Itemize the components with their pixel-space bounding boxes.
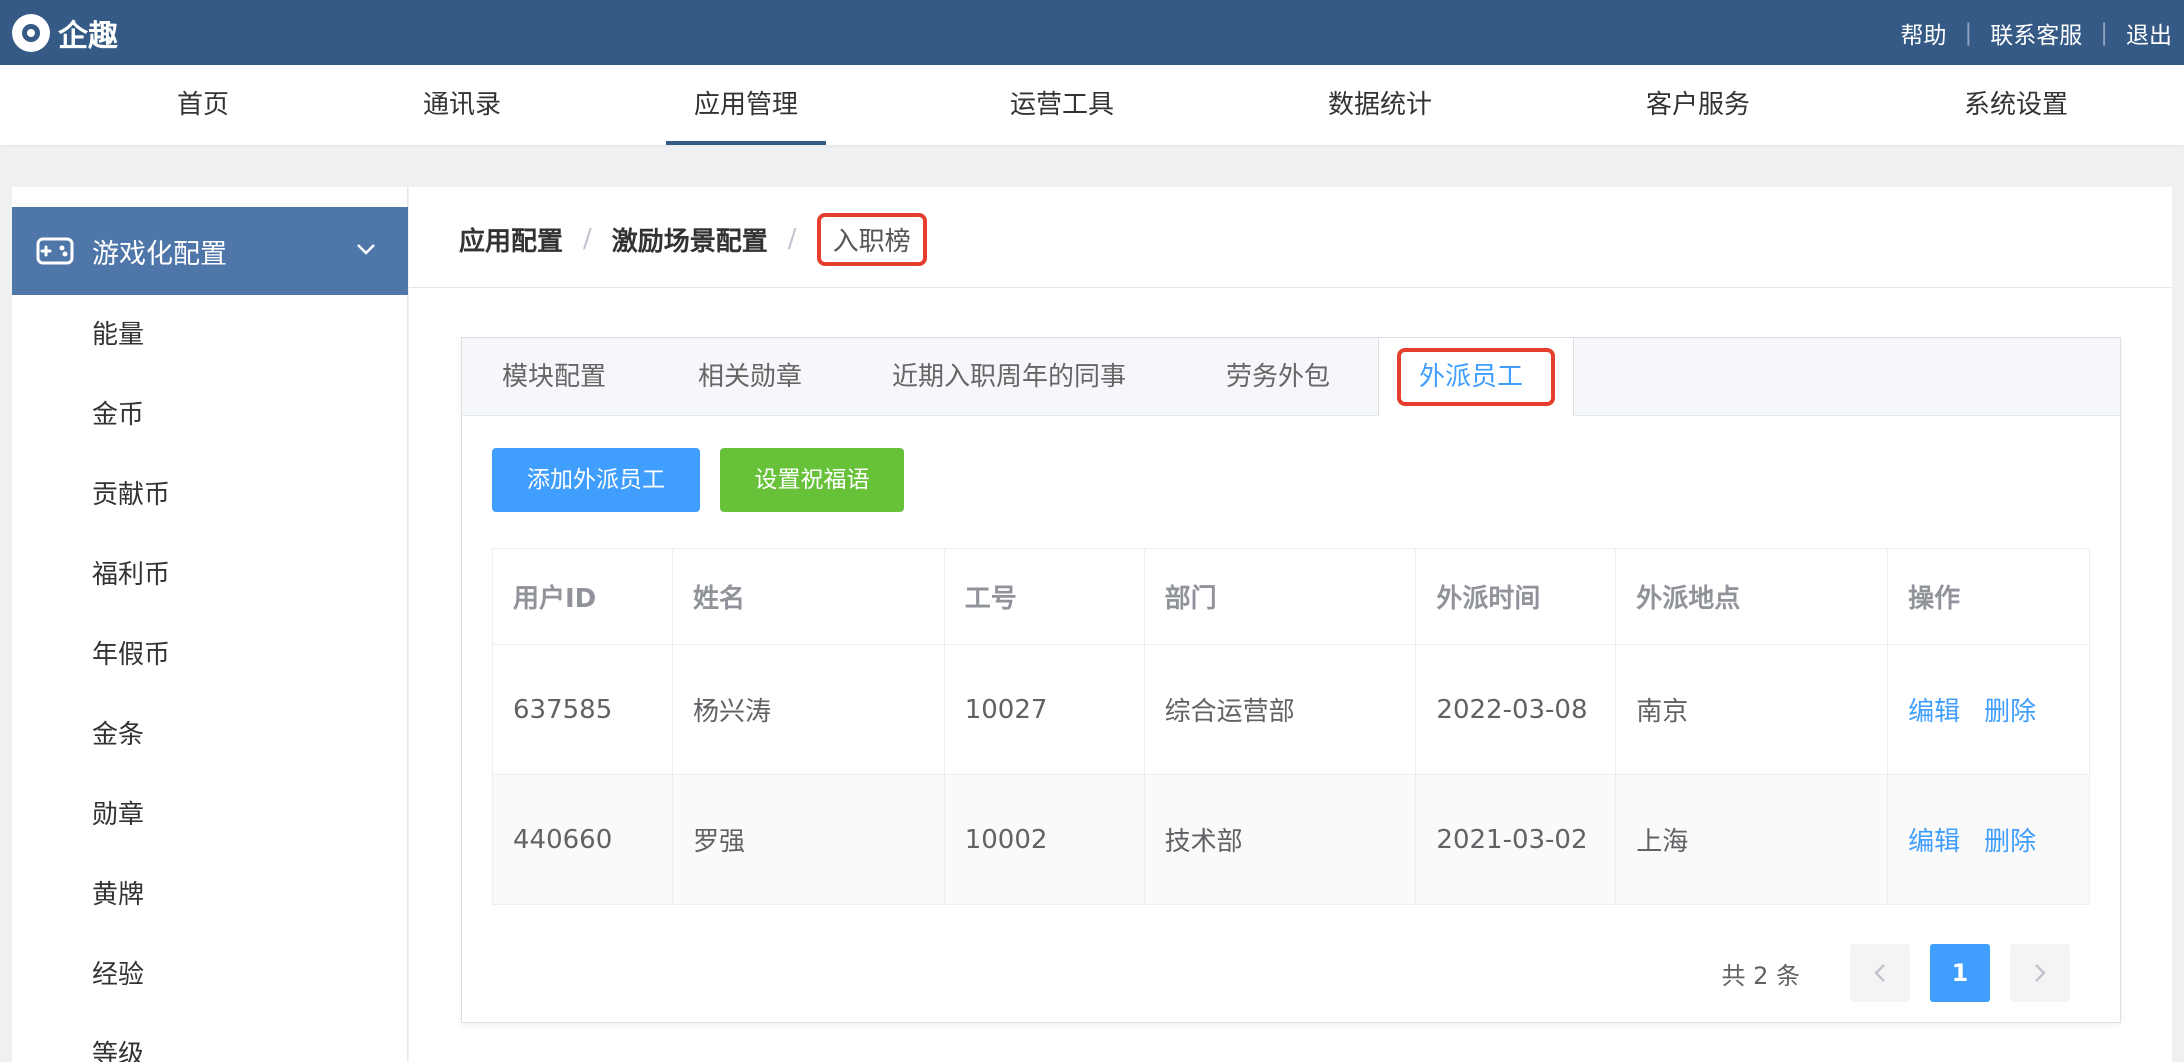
logout-link[interactable]: 退出 xyxy=(2126,16,2172,50)
contact-support-link[interactable]: 联系客服 xyxy=(1990,16,2082,50)
top-bar: 企趣 帮助 | 联系客服 | 退出 xyxy=(0,0,2184,65)
column-header-dispatch-time: 外派时间 xyxy=(1415,548,1617,645)
chevron-right-icon xyxy=(2035,964,2046,982)
tab-recent-anniversary[interactable]: 近期入职周年的同事 xyxy=(892,338,1126,416)
cell-dispatch-location: 南京 xyxy=(1615,644,1889,775)
logo-icon xyxy=(12,14,50,52)
nav-item-customer-service[interactable]: 客户服务 xyxy=(1640,65,1756,145)
sidebar-item-medals[interactable]: 勋章 xyxy=(12,775,408,855)
breadcrumb-incentive-scene-config[interactable]: 激励场景配置 xyxy=(612,221,768,258)
tab-card: 模块配置 相关勋章 近期入职周年的同事 劳务外包 外派员工 添加外派员工 设置祝… xyxy=(461,337,2121,1023)
content-panel: 应用配置 / 激励场景配置 / 入职榜 模块配置 相关勋章 近期入职周年的同事 … xyxy=(409,187,2172,1062)
tab-dispatched-employees[interactable]: 外派员工 xyxy=(1378,338,1574,417)
cell-name: 杨兴涛 xyxy=(671,644,945,775)
divider xyxy=(409,287,2172,288)
column-header-actions: 操作 xyxy=(1887,548,2090,645)
pagination: 共 2 条 1 xyxy=(1721,944,2070,1002)
sidebar-item-contribution-coins[interactable]: 贡献币 xyxy=(12,455,408,535)
sidebar-item-experience[interactable]: 经验 xyxy=(12,935,408,1015)
sidebar-item-coins[interactable]: 金币 xyxy=(12,375,408,455)
cell-department: 综合运营部 xyxy=(1143,644,1417,775)
delete-link[interactable]: 删除 xyxy=(1984,827,2036,857)
cell-name: 罗强 xyxy=(671,774,945,905)
nav-item-home[interactable]: 首页 xyxy=(162,65,244,145)
page-number-button[interactable]: 1 xyxy=(1930,944,1990,1002)
top-links: 帮助 | 联系客服 | 退出 xyxy=(1901,0,2173,65)
app-title: 企趣 xyxy=(58,19,118,54)
sidebar-group-title: 游戏化配置 xyxy=(92,238,227,270)
breadcrumb-separator: / xyxy=(583,224,592,254)
column-header-employee-no: 工号 xyxy=(943,548,1145,645)
edit-link[interactable]: 编辑 xyxy=(1908,827,1960,857)
table-row: 440660 罗强 10002 技术部 2021-03-02 上海 编辑 删除 xyxy=(492,774,2090,905)
cell-dispatch-time: 2021-03-02 xyxy=(1415,774,1617,905)
sidebar-item-welfare-coins[interactable]: 福利币 xyxy=(12,535,408,615)
sidebar-items: 能量 金币 贡献币 福利币 年假币 金条 勋章 黄牌 经验 等级 xyxy=(12,295,408,1062)
tab-label: 外派员工 xyxy=(1419,362,1524,392)
sidebar-item-level[interactable]: 等级 xyxy=(12,1015,408,1062)
cell-user-id: 637585 xyxy=(492,644,673,775)
column-header-name: 姓名 xyxy=(671,548,945,645)
nav-item-operation-tools[interactable]: 运营工具 xyxy=(1004,65,1120,145)
sidebar-item-yellow-cards[interactable]: 黄牌 xyxy=(12,855,408,935)
pagination-total: 共 2 条 xyxy=(1721,961,1800,990)
breadcrumb-app-config[interactable]: 应用配置 xyxy=(459,221,563,258)
cell-dispatch-time: 2022-03-08 xyxy=(1415,644,1617,775)
divider: | xyxy=(1964,19,1973,46)
column-header-department: 部门 xyxy=(1143,548,1417,645)
nav-item-system-settings[interactable]: 系统设置 xyxy=(1958,65,2074,145)
next-page-button[interactable] xyxy=(2010,944,2070,1002)
tab-module-config[interactable]: 模块配置 xyxy=(502,338,606,416)
help-link[interactable]: 帮助 xyxy=(1901,16,1947,50)
employee-table: 用户ID 姓名 工号 部门 外派时间 外派地点 操作 637585 杨兴涛 10… xyxy=(492,548,2090,905)
cell-department: 技术部 xyxy=(1143,774,1417,905)
tab-related-medals[interactable]: 相关勋章 xyxy=(698,338,802,416)
table-header-row: 用户ID 姓名 工号 部门 外派时间 外派地点 操作 xyxy=(492,548,2090,645)
column-header-user-id: 用户ID xyxy=(492,548,673,645)
prev-page-button[interactable] xyxy=(1850,944,1910,1002)
breadcrumb-separator: / xyxy=(787,224,797,254)
column-header-dispatch-location: 外派地点 xyxy=(1615,548,1889,645)
tab-bar: 模块配置 相关勋章 近期入职周年的同事 劳务外包 外派员工 xyxy=(462,338,2120,417)
cell-user-id: 440660 xyxy=(492,774,673,905)
cell-actions: 编辑 删除 xyxy=(1887,774,2090,905)
sidebar-group-gamification[interactable]: 游戏化配置 xyxy=(12,207,408,295)
table-row: 637585 杨兴涛 10027 综合运营部 2022-03-08 南京 编辑删… xyxy=(492,644,2090,775)
cell-actions: 编辑 删除 xyxy=(1887,644,2090,775)
nav-item-data-statistics[interactable]: 数据统计 xyxy=(1322,65,1438,145)
add-dispatched-employee-button[interactable]: 添加外派员工 xyxy=(492,448,700,512)
app-logo[interactable]: 企趣 xyxy=(12,12,118,54)
breadcrumb-current: 入职榜 xyxy=(816,212,927,266)
sidebar-item-gold-bars[interactable]: 金条 xyxy=(12,695,408,775)
nav-item-contacts[interactable]: 通讯录 xyxy=(408,65,516,145)
breadcrumb: 应用配置 / 激励场景配置 / 入职榜 xyxy=(459,209,927,269)
divider: | xyxy=(2100,19,2108,46)
main-nav: 首页 通讯录 应用管理 运营工具 数据统计 客户服务 系统设置 xyxy=(0,65,2184,145)
cell-employee-no: 10027 xyxy=(943,644,1145,775)
sidebar-item-leave-coins[interactable]: 年假币 xyxy=(12,615,408,695)
set-greeting-button[interactable]: 设置祝福语 xyxy=(720,448,904,512)
tab-labor-outsourcing[interactable]: 劳务外包 xyxy=(1226,338,1330,416)
nav-item-app-management[interactable]: 应用管理 xyxy=(666,65,826,145)
sidebar: 游戏化配置 能量 金币 贡献币 福利币 年假币 金条 勋章 黄牌 经验 等级 xyxy=(12,187,408,1062)
sidebar-item-energy[interactable]: 能量 xyxy=(12,295,408,375)
cell-employee-no: 10002 xyxy=(943,774,1145,905)
delete-link[interactable]: 删除 xyxy=(1984,697,2036,727)
chevron-down-icon xyxy=(357,244,375,255)
cell-dispatch-location: 上海 xyxy=(1615,774,1889,905)
chevron-left-icon xyxy=(1874,964,1885,982)
edit-link[interactable]: 编辑 xyxy=(1908,697,1960,727)
gamepad-icon xyxy=(36,237,74,265)
